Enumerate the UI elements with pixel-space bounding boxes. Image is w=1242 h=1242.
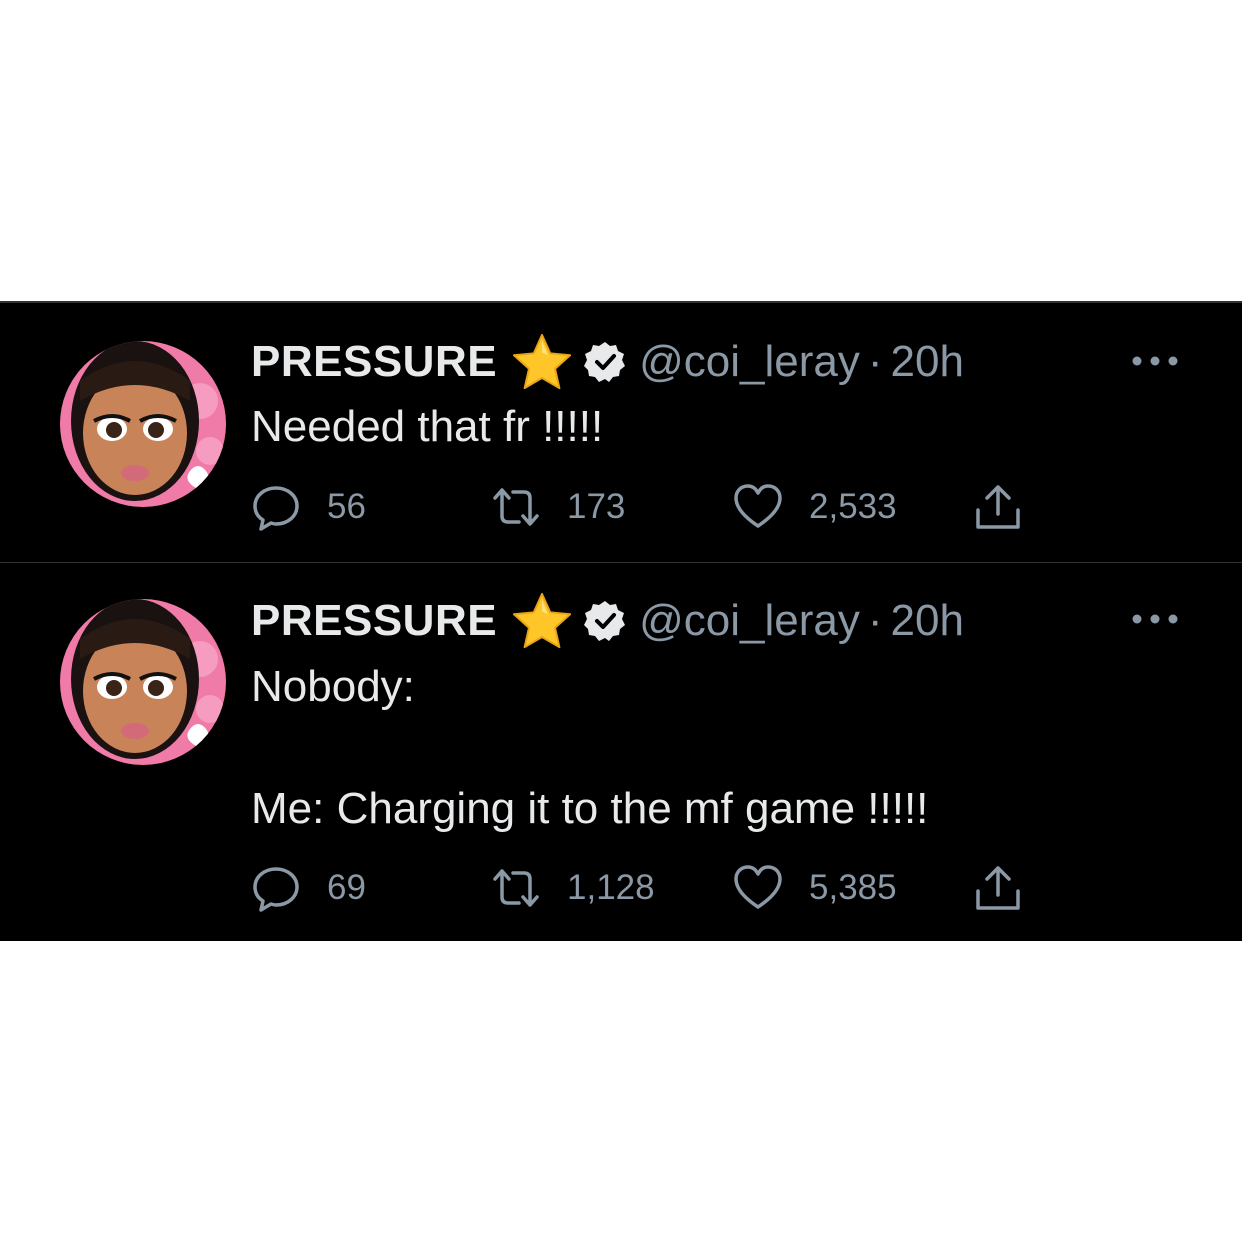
handle[interactable]: @coi_leray	[639, 337, 860, 387]
reply-count: 69	[327, 868, 366, 907]
tweet-timeline: PRESSURE @coi_leray · 20h Needed that fr…	[0, 301, 1242, 941]
share-icon	[976, 485, 1020, 529]
reply-button[interactable]: 69	[251, 863, 366, 913]
retweet-icon	[493, 869, 539, 907]
like-count: 2,533	[809, 487, 897, 526]
like-icon	[734, 865, 782, 909]
tweet[interactable]: PRESSURE @coi_leray · 20h Nobody: Me: Ch…	[0, 562, 1242, 941]
share-icon	[976, 866, 1020, 910]
timestamp[interactable]: 20h	[891, 337, 964, 387]
separator-dot: ·	[867, 596, 883, 645]
tweet[interactable]: PRESSURE @coi_leray · 20h Needed that fr…	[0, 301, 1242, 562]
display-name[interactable]: PRESSURE	[251, 596, 497, 646]
like-button[interactable]: 2,533	[733, 482, 897, 532]
share-button[interactable]	[973, 482, 1023, 532]
star-emoji	[513, 333, 572, 390]
reply-button[interactable]: 56	[251, 482, 366, 532]
display-name[interactable]: PRESSURE	[251, 337, 497, 387]
tweet-header: PRESSURE @coi_leray · 20h	[251, 333, 964, 390]
more-icon[interactable]	[1130, 609, 1180, 629]
retweet-button[interactable]: 1,128	[491, 863, 655, 913]
verified-badge-icon	[584, 601, 626, 641]
reply-count: 56	[327, 487, 366, 526]
tweet-actions: 69 1,128 5,385	[251, 863, 1051, 913]
avatar[interactable]	[60, 599, 226, 765]
avatar[interactable]	[60, 341, 226, 507]
like-button[interactable]: 5,385	[733, 863, 897, 913]
share-button[interactable]	[973, 863, 1023, 913]
handle[interactable]: @coi_leray	[639, 596, 860, 646]
timestamp[interactable]: 20h	[891, 596, 964, 646]
retweet-count: 1,128	[567, 868, 655, 907]
more-icon[interactable]	[1130, 351, 1180, 371]
star-emoji	[513, 592, 572, 649]
tweet-text: Needed that fr !!!!!	[251, 402, 604, 451]
retweet-button[interactable]: 173	[491, 482, 625, 532]
reply-icon	[253, 486, 299, 531]
tweet-actions: 56 173 2,533	[251, 482, 1051, 532]
verified-badge-icon	[584, 342, 626, 382]
like-icon	[734, 484, 782, 528]
tweet-text: Nobody: Me: Charging it to the mf game !…	[251, 662, 929, 833]
separator-dot: ·	[867, 337, 883, 386]
like-count: 5,385	[809, 868, 897, 907]
tweet-header: PRESSURE @coi_leray · 20h	[251, 592, 964, 649]
retweet-icon	[493, 488, 539, 526]
retweet-count: 173	[567, 487, 626, 526]
reply-icon	[253, 867, 299, 912]
